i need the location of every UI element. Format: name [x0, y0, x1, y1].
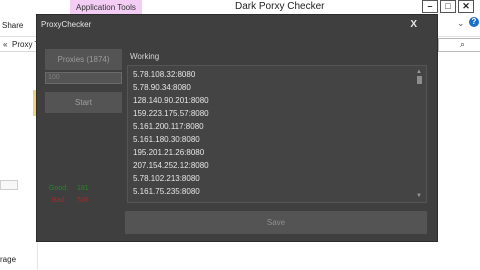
- scroll-up-icon[interactable]: ▲: [416, 69, 422, 75]
- save-button[interactable]: Save: [125, 211, 427, 234]
- proxy-checker-window: ProxyChecker X Proxies (1874) 100 Start …: [36, 14, 438, 242]
- maximize-button[interactable]: □: [440, 0, 456, 13]
- close-button[interactable]: X: [410, 19, 417, 30]
- explorer-window-title: Dark Porxy Checker: [235, 1, 325, 12]
- search-input[interactable]: [438, 38, 480, 52]
- help-icon[interactable]: ?: [469, 17, 479, 27]
- list-item[interactable]: 159.223.175.57:8080: [133, 107, 393, 120]
- start-button[interactable]: Start: [45, 92, 122, 113]
- chevron-down-icon[interactable]: ⌄: [457, 18, 465, 29]
- back-chevron-icon[interactable]: «: [3, 40, 7, 49]
- good-count-label: Good:: [49, 185, 69, 192]
- bad-count-label: Bad:: [52, 197, 67, 204]
- list-item[interactable]: 5.78.102.213:8080: [133, 172, 393, 185]
- scroll-thumb[interactable]: [417, 76, 422, 84]
- working-list-label: Working: [130, 52, 160, 61]
- good-count-value: 181: [77, 185, 89, 192]
- minimize-button[interactable]: –: [422, 0, 438, 13]
- bad-count-value: 508: [77, 197, 89, 204]
- search-icon[interactable]: ⌕: [460, 39, 465, 50]
- list-scrollbar[interactable]: ▲ ▼: [414, 66, 426, 202]
- working-proxy-list[interactable]: 5.78.108.32:8080 5.78.90.34:8080 128.140…: [127, 65, 427, 203]
- ribbon-tab-share[interactable]: Share: [2, 21, 23, 30]
- nav-scroll-box: [0, 180, 18, 190]
- navigation-pane: [0, 52, 38, 270]
- ribbon-tab-application-tools[interactable]: Application Tools: [70, 0, 142, 15]
- scroll-down-icon[interactable]: ▼: [416, 193, 422, 199]
- list-item[interactable]: 5.78.108.32:8080: [133, 68, 393, 81]
- list-item[interactable]: 207.154.252.12:8080: [133, 159, 393, 172]
- list-item[interactable]: 5.161.200.117:8080: [133, 120, 393, 133]
- list-item[interactable]: 5.161.75.235:8080: [133, 185, 393, 198]
- list-item[interactable]: 128.140.90.201:8080: [133, 94, 393, 107]
- checker-title: ProxyChecker: [41, 20, 92, 29]
- list-item[interactable]: 5.161.180.30:8080: [133, 133, 393, 146]
- load-proxies-button[interactable]: Proxies (1874): [45, 49, 122, 70]
- list-item[interactable]: 195.201.21.26:8080: [133, 146, 393, 159]
- close-window-button[interactable]: ✕: [458, 0, 474, 13]
- threads-input[interactable]: 100: [45, 72, 122, 84]
- list-item[interactable]: 5.78.90.34:8080: [133, 81, 393, 94]
- storage-label: rage: [0, 255, 17, 264]
